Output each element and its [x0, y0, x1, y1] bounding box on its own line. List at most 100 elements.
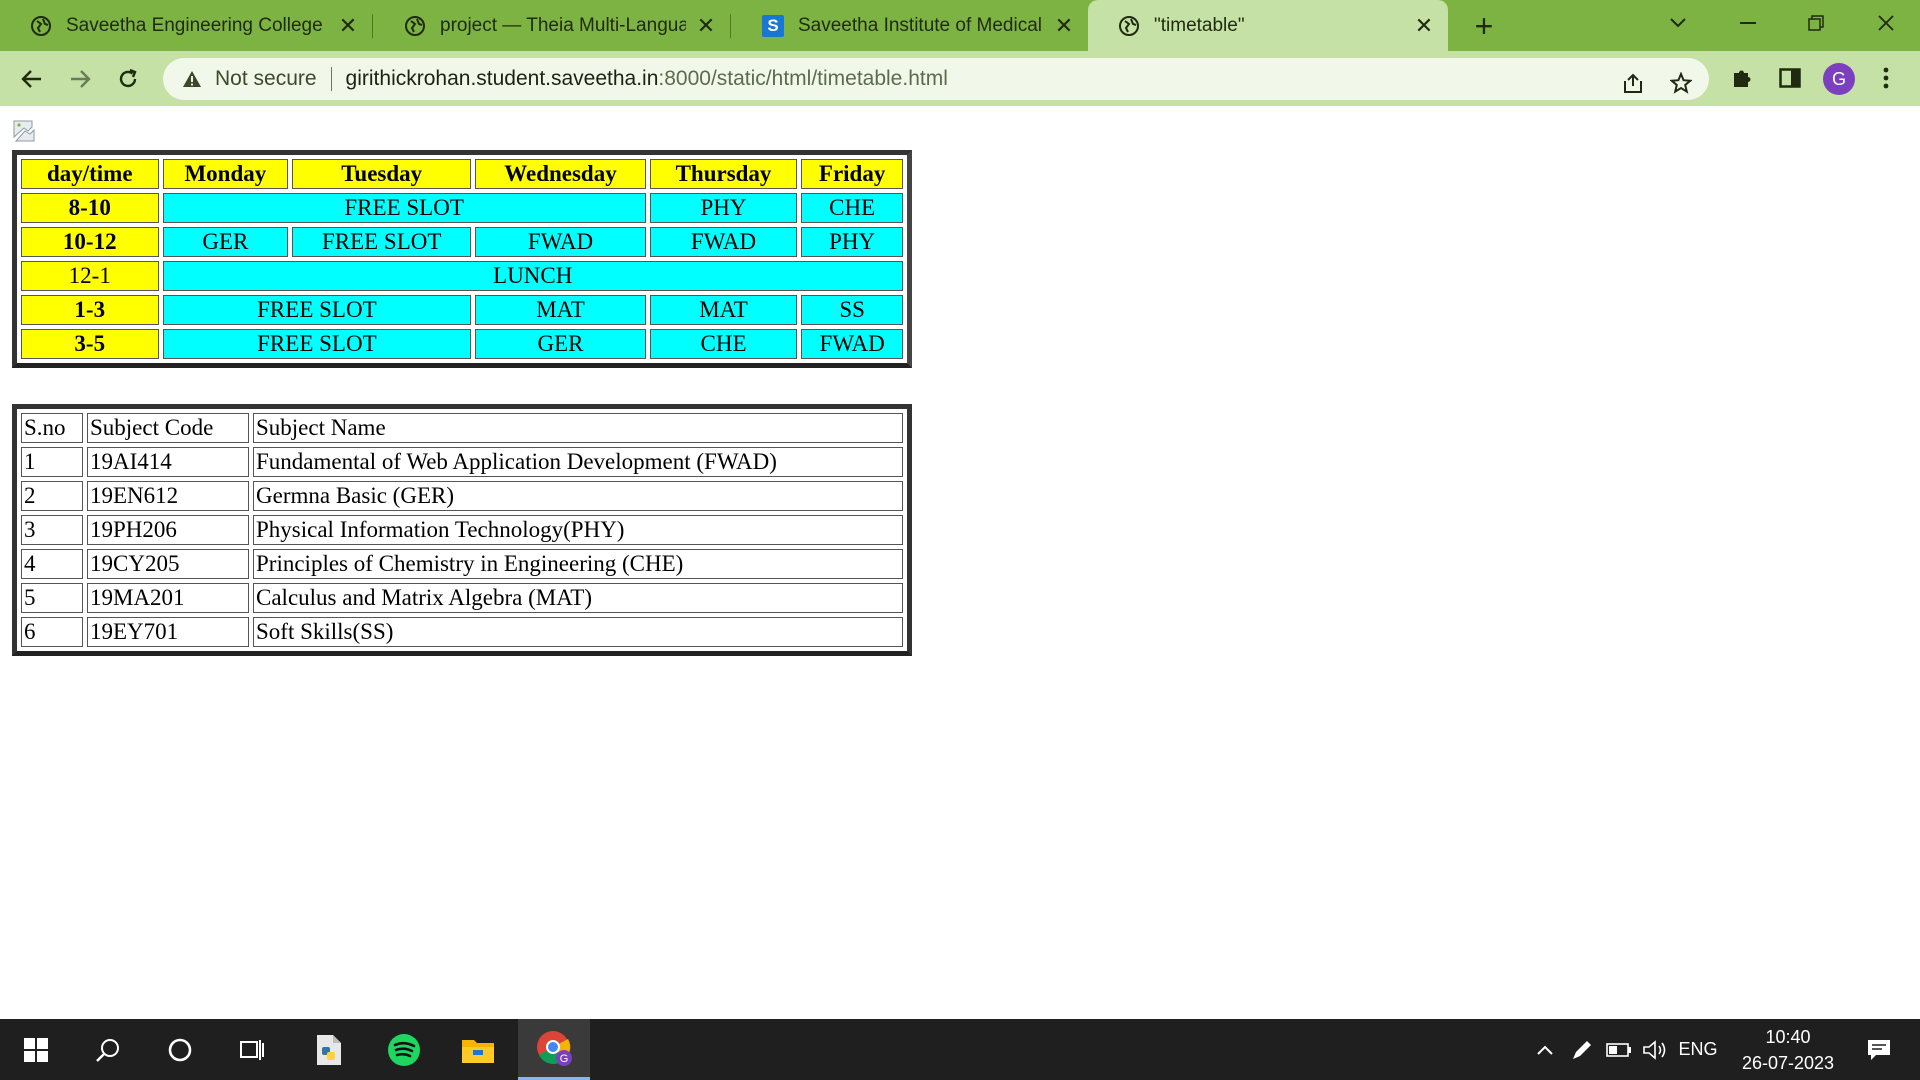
header-subject-code: Subject Code [87, 413, 249, 443]
address-bar[interactable]: Not secure girithickrohan.student.saveet… [163, 58, 1709, 100]
slot-cell: CHE [801, 193, 903, 223]
battery-icon[interactable] [1604, 1019, 1634, 1080]
time-cell: 8-10 [21, 193, 159, 223]
slot-cell: FWAD [649, 227, 798, 257]
forward-button[interactable] [62, 61, 98, 97]
tab-title: Saveetha Engineering College [66, 14, 323, 36]
subject-code-cell: 19EY701 [87, 617, 249, 647]
sno-cell: 5 [21, 583, 83, 613]
table-row: 12-1 LUNCH [21, 261, 903, 291]
subject-code-cell: 19CY205 [87, 549, 249, 579]
timetable-header-row: day/time Monday Tuesday Wednesday Thursd… [21, 159, 903, 189]
warning-icon[interactable] [181, 68, 203, 90]
subject-name-cell: Germna Basic (GER) [253, 481, 903, 511]
minimize-button[interactable] [1714, 0, 1782, 46]
table-row: 8-10 FREE SLOT PHY CHE [21, 193, 903, 223]
restore-button[interactable] [1782, 0, 1850, 46]
sno-cell: 1 [21, 447, 83, 477]
menu-kebab-icon[interactable] [1868, 60, 1904, 96]
side-panel-icon[interactable] [1772, 60, 1808, 96]
tab-saveetha-medical[interactable]: S Saveetha Institute of Medical An ✕ [732, 0, 1088, 51]
table-row: 5 19MA201 Calculus and Matrix Algebra (M… [21, 583, 903, 613]
tab-title: Saveetha Institute of Medical An [798, 14, 1044, 36]
language-indicator[interactable]: ENG [1678, 1019, 1718, 1080]
reload-button[interactable] [110, 61, 146, 97]
header-thursday: Thursday [649, 159, 798, 189]
slot-cell: CHE [649, 329, 798, 359]
tab-theia-project[interactable]: project — Theia Multi-Language ✕ [374, 0, 730, 51]
table-row: 10-12 GER FREE SLOT FWAD FWAD PHY [21, 227, 903, 257]
header-tuesday: Tuesday [292, 159, 472, 189]
close-icon[interactable]: ✕ [1414, 13, 1434, 38]
windows-taskbar: G ENG [0, 1019, 1920, 1080]
new-tab-button[interactable]: + [1466, 8, 1502, 44]
sno-cell: 3 [21, 515, 83, 545]
close-icon[interactable]: ✕ [1054, 13, 1074, 38]
security-label[interactable]: Not secure [215, 67, 317, 91]
subject-name-cell: Calculus and Matrix Algebra (MAT) [253, 583, 903, 613]
chevron-up-icon[interactable] [1534, 1019, 1556, 1080]
address-divider [330, 67, 332, 91]
system-clock[interactable]: 10:40 26-07-2023 [1728, 1024, 1848, 1076]
sno-cell: 2 [21, 481, 83, 511]
time-cell: 1-3 [21, 295, 159, 325]
svg-text:G: G [560, 1053, 569, 1065]
search-icon[interactable] [72, 1019, 144, 1080]
profile-avatar[interactable]: G [1823, 63, 1855, 95]
slot-cell: FREE SLOT [162, 295, 472, 325]
slot-cell: MAT [475, 295, 646, 325]
table-row: 1 19AI414 Fundamental of Web Application… [21, 447, 903, 477]
time-cell: 3-5 [21, 329, 159, 359]
file-explorer-icon[interactable] [442, 1019, 514, 1080]
tab-title: project — Theia Multi-Language [440, 14, 686, 36]
bookmark-star-icon[interactable] [1663, 65, 1699, 101]
share-icon[interactable] [1615, 65, 1651, 101]
lunch-cell: LUNCH [162, 261, 903, 291]
notification-icon[interactable] [1854, 1019, 1904, 1080]
task-view-icon[interactable] [216, 1019, 288, 1080]
sno-cell: 6 [21, 617, 83, 647]
slot-cell: PHY [801, 227, 903, 257]
extensions-puzzle-icon[interactable] [1724, 60, 1760, 96]
cortana-icon[interactable] [144, 1019, 216, 1080]
close-window-button[interactable] [1852, 0, 1920, 46]
volume-icon[interactable] [1640, 1019, 1670, 1080]
subject-name-cell: Physical Information Technology(PHY) [253, 515, 903, 545]
tab-title: "timetable" [1154, 14, 1245, 36]
subject-code-cell: 19EN612 [87, 481, 249, 511]
pen-icon[interactable] [1568, 1019, 1596, 1080]
header-sno: S.no [21, 413, 83, 443]
table-row: 4 19CY205 Principles of Chemistry in Eng… [21, 549, 903, 579]
close-icon[interactable]: ✕ [338, 13, 358, 38]
globe-icon [30, 15, 52, 37]
tab-search-button[interactable] [1644, 0, 1712, 46]
subjects-header-row: S.no Subject Code Subject Name [21, 413, 903, 443]
back-button[interactable] [14, 61, 50, 97]
slot-cell: MAT [649, 295, 798, 325]
saveetha-s-icon: S [762, 14, 784, 37]
spotify-icon[interactable] [368, 1019, 440, 1080]
chrome-taskbar-icon[interactable]: G [518, 1019, 590, 1080]
table-row: 3 19PH206 Physical Information Technolog… [21, 515, 903, 545]
slot-cell: PHY [649, 193, 798, 223]
url-path: :8000/static/html/timetable.html [658, 67, 948, 90]
subject-name-cell: Fundamental of Web Application Developme… [253, 447, 903, 477]
tab-timetable[interactable]: "timetable" ✕ [1088, 0, 1448, 51]
subject-name-cell: Soft Skills(SS) [253, 617, 903, 647]
slot-cell: FWAD [801, 329, 903, 359]
browser-toolbar: Not secure girithickrohan.student.saveet… [0, 51, 1920, 106]
header-monday: Monday [162, 159, 289, 189]
python-file-app-icon[interactable] [293, 1019, 365, 1080]
sno-cell: 4 [21, 549, 83, 579]
slot-cell: SS [801, 295, 903, 325]
windows-start-button[interactable] [0, 1019, 72, 1080]
tab-divider [372, 14, 373, 38]
tab-divider [730, 14, 731, 38]
subject-name-cell: Principles of Chemistry in Engineering (… [253, 549, 903, 579]
table-row: 2 19EN612 Germna Basic (GER) [21, 481, 903, 511]
table-row: 6 19EY701 Soft Skills(SS) [21, 617, 903, 647]
tab-saveetha-engineering[interactable]: Saveetha Engineering College ✕ [0, 0, 372, 51]
header-subject-name: Subject Name [253, 413, 903, 443]
close-icon[interactable]: ✕ [696, 13, 716, 38]
slot-cell: GER [162, 227, 289, 257]
